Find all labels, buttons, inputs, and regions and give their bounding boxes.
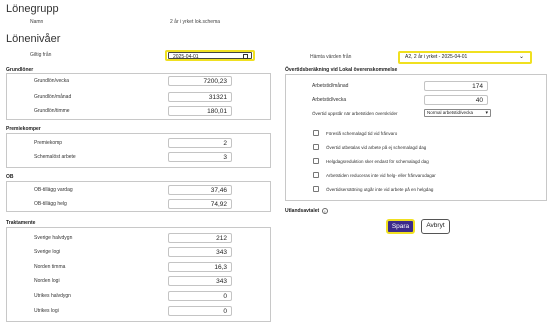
grundlon-vecka-input[interactable]: 7200,23 xyxy=(168,76,232,86)
checkbox-label: Övertid utbetalas vid arbete på ej schem… xyxy=(326,145,427,150)
ob-vardag-input[interactable]: 37,46 xyxy=(168,185,232,195)
row-label: OB-tillägg helg xyxy=(34,201,67,207)
grundlon-timme-input[interactable]: 180,01 xyxy=(168,106,232,116)
valid-from-date-input[interactable]: 2025-04-01 xyxy=(165,50,255,61)
row-label: Grundlön/timme xyxy=(34,108,70,114)
section-title-ob: OB xyxy=(6,174,14,180)
section-title-traktamente: Traktamente xyxy=(6,220,36,226)
overtime-arises-label: Övertid uppstår när arbetstiden överskri… xyxy=(312,111,398,116)
utrikes-halvdygn-input[interactable]: 0 xyxy=(168,291,232,301)
fetch-values-selected: A2, 2 år i yrket - 2025-04-01 xyxy=(405,54,468,60)
chevron-down-icon: ⌄ xyxy=(518,54,524,60)
row-label: OB-tillägg vardag xyxy=(34,187,73,193)
checkbox-label: Arbetstiden reduceras inte vid helg- ell… xyxy=(326,173,436,178)
heading-lonegrupp: Lönegrupp xyxy=(6,3,59,15)
row-label: Schemalöst arbete xyxy=(34,154,76,160)
sverige-logi-input[interactable]: 343 xyxy=(168,247,232,257)
row-label: Norden timma xyxy=(34,264,66,270)
fetch-values-label: Hämta värden från xyxy=(310,54,352,60)
utrikes-logi-input[interactable]: 0 xyxy=(168,306,232,316)
overtime-arises-selected: Normal arbetstid/vecka xyxy=(427,110,474,115)
row-label: Utrikes logi xyxy=(34,308,59,314)
schemalost-arbete-input[interactable]: 3 xyxy=(168,152,232,162)
norden-timma-input[interactable]: 16,3 xyxy=(168,262,232,272)
calendar-icon[interactable] xyxy=(243,54,248,59)
cancel-button[interactable]: Avbryt xyxy=(421,219,450,234)
sverige-halvdygn-input[interactable]: 212 xyxy=(168,233,232,243)
info-icon[interactable]: i xyxy=(322,208,328,214)
checkbox-overtidsersattning[interactable] xyxy=(313,186,319,192)
norden-logi-input[interactable]: 343 xyxy=(168,276,232,286)
name-label: Namn xyxy=(30,19,44,25)
checkbox-label: Helgdagsreduktion sker endast för schema… xyxy=(326,159,429,164)
checkbox-foresla-schemalagd[interactable] xyxy=(313,130,319,136)
row-label: Norden logi xyxy=(34,278,60,284)
checkbox-overtid-utbetalas[interactable] xyxy=(313,144,319,150)
valid-from-date-value: 2025-04-01 xyxy=(173,54,199,60)
heading-loneniva: Lönenivåer xyxy=(6,33,61,45)
row-label: Sverige halvdygn xyxy=(34,235,73,241)
row-label: Arbetstid/vecka xyxy=(312,97,347,103)
save-button[interactable]: Spara xyxy=(386,219,415,234)
row-label: Arbetstid/månad xyxy=(312,83,349,89)
row-label: Grundlön/vecka xyxy=(34,78,70,84)
fetch-values-select[interactable]: A2, 2 år i yrket - 2025-04-01 ⌄ xyxy=(398,51,532,64)
checkbox-arbetstiden-reduceras[interactable] xyxy=(313,172,319,178)
premiekomp-input[interactable]: 2 xyxy=(168,138,232,148)
valid-from-label: Giltig från xyxy=(30,52,52,58)
checkbox-helgdagsreduktion[interactable] xyxy=(313,158,319,164)
grundlon-manad-input[interactable]: 31321 xyxy=(168,92,232,102)
chevron-down-icon: ▾ xyxy=(485,110,488,116)
section-title-premiekomper: Premiekomper xyxy=(6,126,41,132)
checkbox-label: Föreslå schemalagd tid vid frånvaro xyxy=(326,131,398,136)
utlandsavtalet-label: Utlandsavtalet xyxy=(285,208,320,214)
arbetstid-manad-input[interactable]: 174 xyxy=(424,81,488,91)
ob-helg-input[interactable]: 74,92 xyxy=(168,199,232,209)
row-label: Premiekomp xyxy=(34,140,63,146)
overtime-panel xyxy=(285,74,547,201)
checkbox-label: Övertidsersättning utgår inte vid arbete… xyxy=(326,187,434,192)
row-label: Utrikes halvdygn xyxy=(34,293,71,299)
section-title-overtid: Övertidsberäkning vid Lokal överenskomme… xyxy=(285,67,398,73)
arbetstid-vecka-input[interactable]: 40 xyxy=(424,95,488,105)
name-value: 2 år i yrket lok.schema xyxy=(170,19,221,25)
row-label: Grundlön/månad xyxy=(34,94,72,100)
overtime-arises-select[interactable]: Normal arbetstid/vecka ▾ xyxy=(424,109,491,117)
row-label: Sverige logi xyxy=(34,249,61,255)
